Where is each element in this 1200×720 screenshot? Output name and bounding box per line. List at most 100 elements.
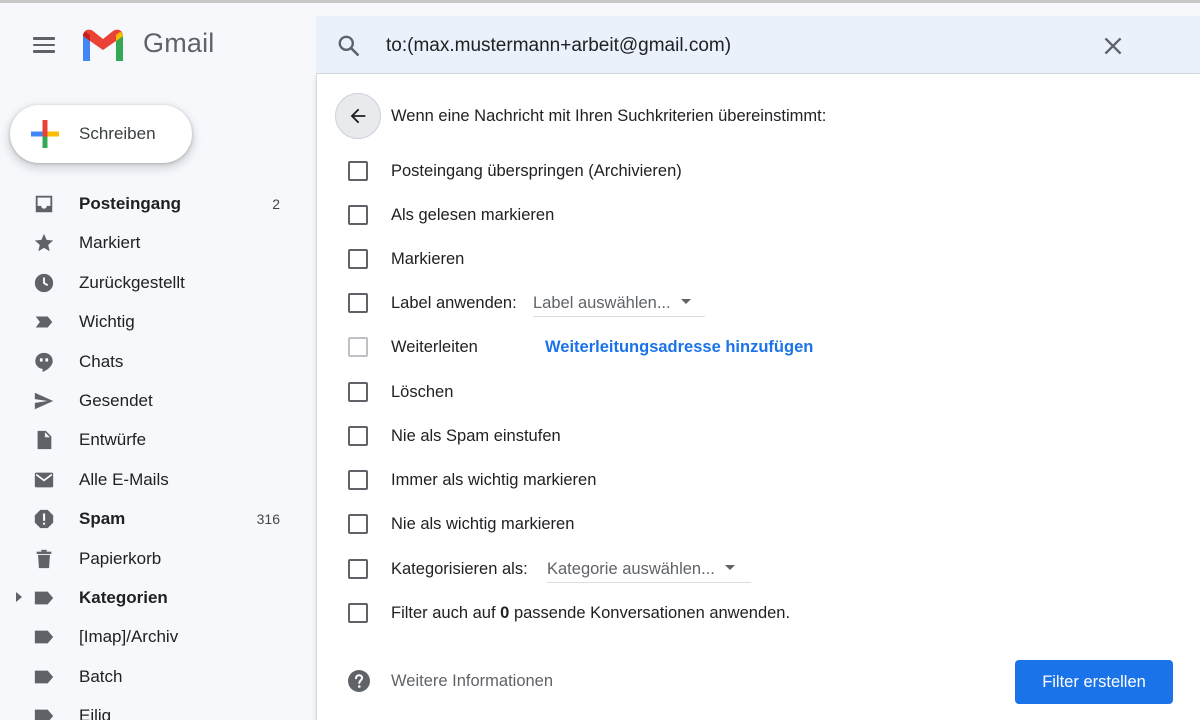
label-select[interactable]: Label auswählen...	[533, 291, 705, 317]
sidebar-item-chats[interactable]: Chats	[0, 342, 300, 381]
mail-icon	[34, 472, 54, 488]
dropdown-arrow-icon	[724, 565, 735, 571]
help-icon[interactable]	[347, 669, 371, 693]
main-menu-button[interactable]	[28, 31, 60, 59]
hamburger-line	[33, 43, 55, 47]
delete-label: Löschen	[391, 383, 454, 401]
sidebar-item-all-mail[interactable]: Alle E-Mails	[0, 460, 300, 499]
trash-icon	[36, 549, 52, 568]
never-important-label: Nie als wichtig markieren	[391, 515, 575, 533]
sidebar-item-label: Wichtig	[79, 312, 135, 332]
compose-label: Schreiben	[79, 124, 156, 143]
skip-inbox-checkbox[interactable]	[348, 161, 368, 181]
back-button[interactable]	[335, 93, 381, 139]
sidebar-item-snoozed[interactable]: Zurückgestellt	[0, 263, 300, 302]
sidebar-item-categories[interactable]: Kategorien	[0, 578, 300, 617]
send-icon	[34, 392, 54, 410]
categorize-label: Kategorisieren als:	[391, 560, 528, 578]
skip-inbox-label: Posteingang überspringen (Archivieren)	[391, 162, 682, 180]
category-select[interactable]: Kategorie auswählen...	[547, 557, 751, 583]
sidebar-item-drafts[interactable]: Entwürfe	[0, 420, 300, 459]
clock-icon	[34, 273, 54, 292]
categorize-checkbox[interactable]	[348, 559, 368, 579]
sidebar-item-imap-archive[interactable]: [Imap]/Archiv	[0, 617, 300, 656]
sidebar-item-label: Batch	[79, 666, 123, 686]
sidebar-item-label: Eilig	[79, 706, 112, 720]
gmail-logo-icon[interactable]	[80, 27, 126, 63]
delete-checkbox[interactable]	[348, 382, 368, 402]
sidebar-item-label: Gesendet	[79, 390, 153, 410]
never-important-checkbox[interactable]	[348, 514, 368, 534]
sidebar-item-label: Spam	[79, 509, 126, 529]
always-important-checkbox[interactable]	[348, 470, 368, 490]
also-apply-prefix: Filter auch auf	[391, 604, 496, 622]
always-important-label: Immer als wichtig markieren	[391, 471, 597, 489]
never-spam-label: Nie als Spam einstufen	[391, 427, 561, 445]
sidebar-item-starred[interactable]: Markiert	[0, 223, 300, 262]
option-forward: Weiterleiten Weiterleitungsadresse hinzu…	[348, 333, 1168, 361]
sidebar-item-label: Kategorien	[79, 587, 168, 607]
sidebar-item-label: [Imap]/Archiv	[79, 627, 179, 647]
app-name: Gmail	[143, 28, 215, 58]
mark-read-checkbox[interactable]	[348, 205, 368, 225]
star-checkbox[interactable]	[348, 249, 368, 269]
sidebar-item-trash[interactable]: Papierkorb	[0, 539, 300, 578]
hamburger-line	[33, 50, 55, 53]
also-apply-suffix: passende Konversationen anwenden.	[513, 604, 791, 622]
sidebar-item-batch[interactable]: Batch	[0, 657, 300, 696]
sidebar-item-spam[interactable]: Spam 316	[0, 499, 300, 538]
forward-label: Weiterleiten	[391, 338, 478, 356]
important-icon	[35, 316, 53, 328]
sidebar-item-label: Zurückgestellt	[79, 272, 185, 292]
apply-label-checkbox[interactable]	[348, 293, 368, 313]
option-star: Markieren	[348, 245, 1168, 273]
search-icon[interactable]	[336, 33, 362, 59]
chat-icon	[35, 352, 53, 372]
more-info-link[interactable]: Weitere Informationen	[391, 672, 553, 691]
sidebar-item-label: Markiert	[79, 233, 141, 253]
sidebar-item-label: Alle E-Mails	[79, 469, 169, 489]
sidebar-item-eilig[interactable]: Eilig	[0, 696, 300, 720]
star-icon	[34, 234, 54, 252]
mark-read-label: Als gelesen markieren	[391, 206, 555, 224]
option-never-spam: Nie als Spam einstufen	[348, 422, 1168, 450]
compose-button[interactable]: Schreiben	[10, 105, 192, 163]
option-mark-read: Als gelesen markieren	[348, 201, 1168, 229]
option-never-important: Nie als wichtig markieren	[348, 510, 1168, 538]
label-icon	[34, 630, 54, 644]
also-apply-checkbox[interactable]	[348, 603, 368, 623]
sidebar-item-sent[interactable]: Gesendet	[0, 381, 300, 420]
hamburger-line	[33, 37, 55, 40]
search-input[interactable]	[386, 31, 1086, 61]
add-forwarding-address-link[interactable]: Weiterleitungsadresse hinzufügen	[545, 338, 813, 357]
gmail-app: Gmail Schreiben Posteingang 2	[0, 0, 1200, 720]
option-categorize: Kategorisieren als: Kategorie auswählen.…	[348, 555, 1168, 583]
unread-count: 316	[256, 511, 280, 528]
option-always-important: Immer als wichtig markieren	[348, 466, 1168, 494]
filter-heading: Wenn eine Nachricht mit Ihren Suchkriter…	[391, 107, 827, 125]
sidebar-item-inbox[interactable]: Posteingang 2	[0, 184, 300, 223]
dropdown-arrow-icon	[680, 299, 691, 305]
close-icon[interactable]	[1100, 33, 1126, 59]
search-bar	[316, 16, 1200, 74]
matching-count: 0	[500, 604, 510, 622]
option-skip-inbox: Posteingang überspringen (Archivieren)	[348, 157, 1168, 185]
expand-arrow-icon[interactable]	[14, 591, 24, 603]
apply-label-label: Label anwenden:	[391, 294, 517, 312]
arrow-left-icon	[350, 108, 366, 124]
sidebar-item-label: Papierkorb	[79, 548, 162, 568]
star-label: Markieren	[391, 250, 465, 268]
category-select-value: Kategorie auswählen...	[547, 560, 715, 578]
filter-options-panel: Wenn eine Nachricht mit Ihren Suchkriter…	[316, 74, 1200, 720]
sidebar-item-important[interactable]: Wichtig	[0, 302, 300, 341]
draft-icon	[37, 431, 52, 450]
create-filter-button[interactable]: Filter erstellen	[1015, 660, 1173, 704]
label-icon	[34, 591, 54, 605]
forward-checkbox[interactable]	[348, 337, 368, 357]
unread-count: 2	[272, 196, 280, 212]
sidebar: Posteingang 2 Markiert Zurückgestellt Wi…	[0, 184, 300, 720]
inbox-icon	[35, 195, 53, 213]
sidebar-item-label: Chats	[79, 351, 124, 371]
sidebar-item-label: Posteingang	[79, 194, 182, 213]
never-spam-checkbox[interactable]	[348, 426, 368, 446]
